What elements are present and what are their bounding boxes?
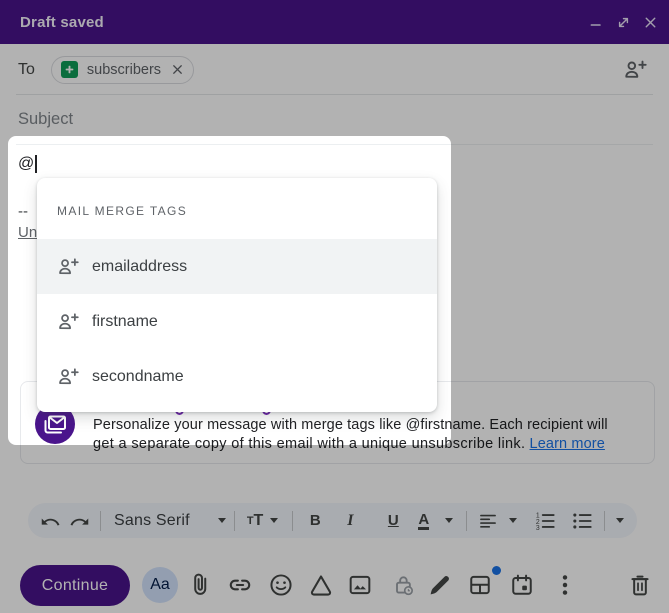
bold-button[interactable]: B: [307, 509, 323, 533]
numbered-list-icon[interactable]: [533, 509, 557, 533]
to-row: To subscribers: [0, 45, 669, 94]
calendar-icon[interactable]: [510, 573, 534, 597]
recipient-chip[interactable]: subscribers: [50, 55, 195, 84]
subject-placeholder: Subject: [18, 110, 74, 128]
menu-item-firstname[interactable]: firstname: [37, 294, 437, 349]
chip-remove-icon[interactable]: [169, 62, 185, 78]
menu-item-secondname[interactable]: secondname: [37, 349, 437, 404]
redo-icon[interactable]: [68, 509, 92, 533]
discard-draft-icon[interactable]: [628, 573, 652, 597]
toolbar-divider: [604, 510, 606, 531]
person-add-icon: [57, 311, 79, 333]
subject-divider: [16, 144, 653, 145]
add-contacts-icon[interactable]: [623, 58, 647, 82]
toolbar-divider: [100, 510, 101, 531]
recipient-chip-label: subscribers: [86, 61, 162, 78]
formatting-toolbar: Sans Serif TT B I U A: [28, 503, 637, 538]
close-icon[interactable]: [640, 12, 660, 32]
attach-file-icon[interactable]: [188, 573, 212, 597]
draft-status-title: Draft saved: [20, 13, 104, 31]
learn-more-link[interactable]: Learn more: [530, 436, 605, 452]
menu-header: MAIL MERGE TAGS: [57, 204, 188, 218]
person-add-icon: [57, 256, 79, 278]
more-options-icon[interactable]: [553, 573, 577, 597]
body-typed-text[interactable]: @: [18, 155, 37, 173]
insert-image-icon[interactable]: [348, 573, 372, 597]
toolbar-divider: [466, 510, 468, 531]
to-label: To: [18, 60, 35, 78]
insert-emoji-icon[interactable]: [269, 573, 293, 597]
layouts-icon[interactable]: [468, 573, 492, 597]
italic-button[interactable]: I: [343, 509, 357, 533]
subject-row[interactable]: Subject: [0, 95, 669, 144]
expand-icon[interactable]: [613, 12, 633, 32]
undo-icon[interactable]: [38, 509, 62, 533]
signature-dashes: --: [18, 203, 28, 220]
align-button[interactable]: [478, 509, 518, 533]
font-family-select[interactable]: Sans Serif: [114, 509, 226, 533]
compose-titlebar: Draft saved: [0, 0, 669, 44]
text-cursor: [35, 155, 37, 173]
insert-link-icon[interactable]: [228, 573, 252, 597]
text-style-button[interactable]: Aa: [142, 567, 178, 603]
new-feature-dot: [492, 566, 501, 575]
person-add-icon: [57, 366, 79, 388]
confidential-mode-icon[interactable]: [392, 573, 416, 597]
menu-item-emailaddress[interactable]: emailaddress: [37, 239, 437, 294]
font-size-select[interactable]: TT: [247, 509, 279, 533]
mail-merge-tags-menu: MAIL MERGE TAGS emailaddress firstname s…: [37, 178, 437, 412]
signature-pen-icon[interactable]: [428, 573, 452, 597]
spotlight-shadow: [26, 437, 433, 443]
bullet-list-icon[interactable]: [570, 509, 594, 533]
continue-button[interactable]: Continue: [20, 565, 130, 606]
more-formatting-icon[interactable]: [616, 509, 625, 533]
text-color-button[interactable]: A: [418, 509, 454, 533]
toolbar-divider: [292, 510, 294, 531]
underline-button[interactable]: U: [385, 509, 401, 533]
toolbar-divider: [233, 510, 235, 531]
minimize-icon[interactable]: [586, 12, 606, 32]
sheets-icon: [60, 61, 78, 78]
insert-drive-icon[interactable]: [309, 573, 333, 597]
banner-line1: Personalize your message with merge tags…: [93, 417, 608, 433]
